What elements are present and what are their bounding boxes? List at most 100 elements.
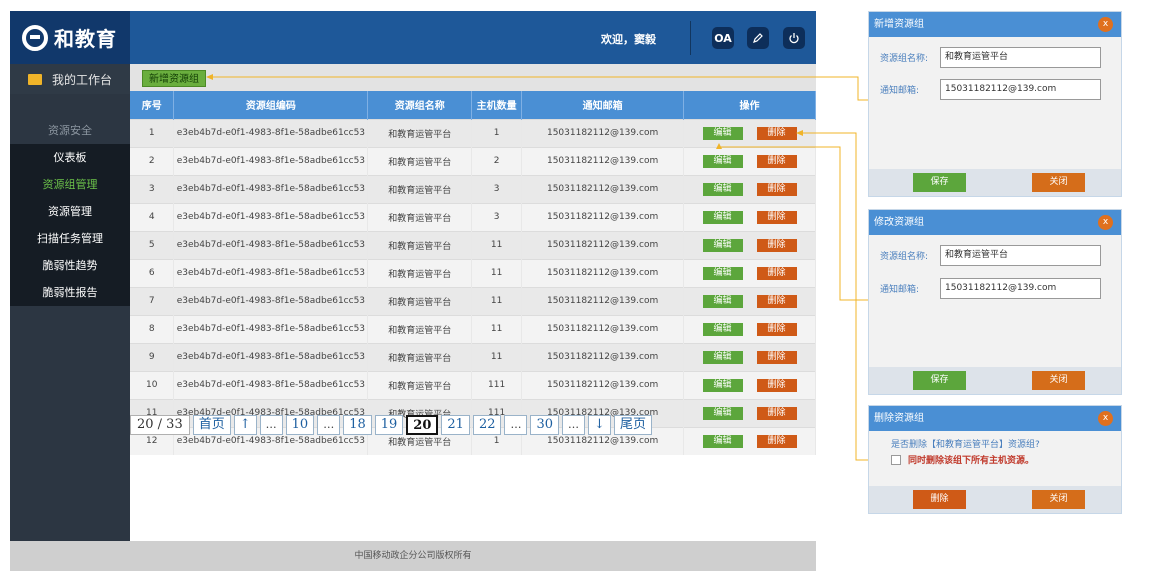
delete-button[interactable]: 删除 [756, 406, 797, 420]
close-button[interactable]: 关闭 [1032, 173, 1085, 192]
power-icon[interactable] [783, 27, 805, 49]
cell-code: e3eb4b7d-e0f1-4983-8f1e-58adbe61cc53 [173, 314, 369, 343]
add-resource-group-button[interactable]: 新增资源组 [142, 70, 206, 87]
delete-button[interactable]: 删除 [913, 490, 966, 509]
column-header-name: 资源组名称 [367, 91, 473, 119]
sidebar-item-scan-task[interactable]: 扫描任务管理 [10, 225, 130, 252]
page-ellipsis[interactable]: … [562, 415, 586, 435]
delete-button[interactable]: 删除 [756, 378, 797, 392]
prev-page-button[interactable]: ↑ [233, 415, 257, 435]
close-icon[interactable]: x [1098, 17, 1113, 32]
delete-button[interactable]: 删除 [756, 434, 797, 448]
delete-button[interactable]: 删除 [756, 182, 797, 196]
cell-index: 3 [130, 174, 175, 203]
next-page-button[interactable]: ↓ [588, 415, 611, 435]
close-button[interactable]: 关闭 [1032, 371, 1085, 390]
cell-email: 15031182112@139.com [521, 258, 685, 287]
cell-actions: 编辑 删除 [683, 314, 816, 343]
cell-hosts: 1 [471, 118, 523, 147]
edit-button[interactable]: 编辑 [702, 322, 743, 336]
first-page-button[interactable]: 首页 [192, 415, 231, 435]
page-info: 20 / 33 [130, 415, 190, 435]
name-label: 资源组名称: [880, 54, 929, 64]
cell-code: e3eb4b7d-e0f1-4983-8f1e-58adbe61cc53 [173, 370, 369, 399]
cell-name: 和教育运管平台 [367, 314, 473, 343]
cell-actions: 编辑 删除 [683, 118, 816, 147]
cell-hosts: 11 [471, 314, 523, 343]
edit-button[interactable]: 编辑 [702, 378, 743, 392]
delete-button[interactable]: 删除 [756, 238, 797, 252]
column-header-hosts: 主机数量 [471, 91, 523, 119]
edit-button[interactable]: 编辑 [702, 182, 743, 196]
delete-hosts-checkbox-row[interactable]: 同时删除该组下所有主机资源。 [891, 453, 1034, 466]
sidebar-item-vuln-trend[interactable]: 脆弱性趋势 [10, 252, 130, 279]
page-button[interactable]: 22 [472, 415, 502, 435]
dialog-footer: 保存 关闭 [869, 367, 1121, 394]
sidebar-item-resource[interactable]: 资源管理 [10, 198, 130, 225]
delete-button[interactable]: 删除 [756, 154, 797, 168]
close-button[interactable]: 关闭 [1032, 490, 1085, 509]
edit-button[interactable]: 编辑 [702, 350, 743, 364]
name-input[interactable]: 和教育运管平台 [940, 245, 1101, 266]
cell-actions: 编辑 删除 [683, 146, 816, 175]
header-divider [690, 21, 691, 55]
edit-button[interactable]: 编辑 [702, 434, 743, 448]
delete-button[interactable]: 删除 [756, 294, 797, 308]
page-button[interactable]: 19 [374, 415, 404, 435]
sidebar-item-dashboard[interactable]: 仪表板 [10, 144, 130, 171]
workbench-label: 我的工作台 [52, 72, 113, 87]
table-row: 6 e3eb4b7d-e0f1-4983-8f1e-58adbe61cc53 和教育… [130, 258, 816, 287]
pagination: 20 / 33 首页 ↑ … 10 … 18 19 20 21 22 … 30 … [130, 415, 652, 437]
cell-email: 15031182112@139.com [521, 118, 685, 147]
cell-actions: 编辑 删除 [683, 286, 816, 315]
table-row: 5 e3eb4b7d-e0f1-4983-8f1e-58adbe61cc53 和教育… [130, 230, 816, 259]
table-row: 4 e3eb4b7d-e0f1-4983-8f1e-58adbe61cc53 和教育… [130, 202, 816, 231]
cell-actions: 编辑 删除 [683, 258, 816, 287]
delete-button[interactable]: 删除 [756, 266, 797, 280]
page-button[interactable]: 18 [343, 415, 372, 435]
close-icon[interactable]: x [1098, 215, 1113, 230]
oa-icon[interactable]: OA [712, 27, 734, 49]
edit-button[interactable]: 编辑 [702, 210, 743, 224]
edit-button[interactable]: 编辑 [702, 406, 743, 420]
email-label: 通知邮箱: [880, 285, 920, 295]
table-row: 2 e3eb4b7d-e0f1-4983-8f1e-58adbe61cc53 和教育… [130, 146, 816, 175]
logo-text: 和教育 [54, 27, 117, 51]
email-input[interactable]: 15031182112@139.com [940, 79, 1101, 100]
sidebar-item-resource-group[interactable]: 资源组管理 [10, 171, 130, 198]
close-icon[interactable]: x [1098, 411, 1113, 426]
edit-button[interactable]: 编辑 [702, 126, 743, 140]
page-button[interactable]: 21 [441, 415, 470, 435]
edit-button[interactable]: 编辑 [702, 238, 743, 252]
delete-button[interactable]: 删除 [756, 210, 797, 224]
table-row: 3 e3eb4b7d-e0f1-4983-8f1e-58adbe61cc53 和教育… [130, 174, 816, 203]
table-body: 1 e3eb4b7d-e0f1-4983-8f1e-58adbe61cc53 和教育… [130, 118, 816, 455]
cell-code: e3eb4b7d-e0f1-4983-8f1e-58adbe61cc53 [173, 146, 369, 175]
page-ellipsis[interactable]: … [504, 415, 528, 435]
last-page-button[interactable]: 尾页 [613, 415, 652, 435]
save-button[interactable]: 保存 [913, 371, 966, 390]
dialog-title: 删除资源组 [874, 413, 924, 424]
name-input[interactable]: 和教育运管平台 [940, 47, 1101, 68]
edit-button[interactable]: 编辑 [702, 294, 743, 308]
table-row: 9 e3eb4b7d-e0f1-4983-8f1e-58adbe61cc53 和教育… [130, 342, 816, 371]
page-button[interactable]: 10 [285, 415, 315, 435]
edit-button[interactable]: 编辑 [702, 154, 743, 168]
delete-hosts-checkbox[interactable] [891, 454, 901, 465]
sidebar-item-vuln-report[interactable]: 脆弱性报告 [10, 279, 130, 306]
delete-question: 是否删除【和教育运管平台】资源组? [891, 440, 1040, 450]
delete-button[interactable]: 删除 [756, 350, 797, 364]
page-button[interactable]: 30 [530, 415, 560, 435]
page-ellipsis[interactable]: … [259, 415, 283, 435]
cell-index: 7 [130, 286, 175, 315]
cell-code: e3eb4b7d-e0f1-4983-8f1e-58adbe61cc53 [173, 258, 369, 287]
delete-button[interactable]: 删除 [756, 322, 797, 336]
sidebar: 我的工作台 资源安全 仪表板 资源组管理 资源管理 扫描任务管理 脆弱性趋势 脆… [10, 64, 130, 541]
page-ellipsis[interactable]: … [317, 415, 341, 435]
save-button[interactable]: 保存 [913, 173, 966, 192]
email-input[interactable]: 15031182112@139.com [940, 278, 1101, 299]
pen-icon[interactable] [747, 27, 769, 49]
workbench-link[interactable]: 我的工作台 [10, 64, 130, 94]
edit-button[interactable]: 编辑 [702, 266, 743, 280]
delete-button[interactable]: 删除 [756, 126, 797, 140]
